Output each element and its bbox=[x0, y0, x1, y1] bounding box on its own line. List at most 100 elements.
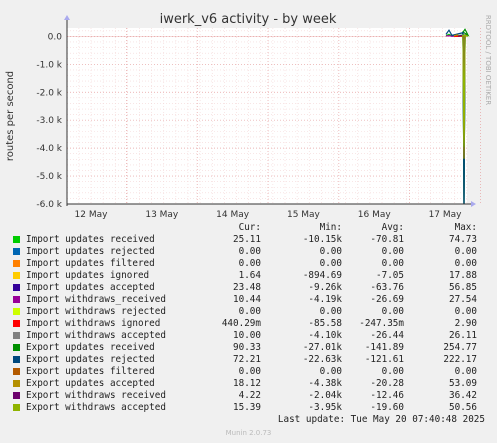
legend-swatch bbox=[13, 332, 20, 339]
legend-swatch bbox=[13, 272, 20, 279]
legend-value-cur: 0.00 bbox=[238, 366, 261, 377]
legend-value-avg: 0.00 bbox=[381, 246, 404, 257]
x-tick-label: 14 May bbox=[216, 210, 250, 220]
legend-value-max: 50.56 bbox=[449, 402, 477, 413]
legend-value-max: 0.00 bbox=[454, 306, 477, 317]
legend-series-name: Export updates received bbox=[26, 342, 155, 353]
y-tick-label: -5.0 k bbox=[36, 172, 62, 182]
legend-value-max: 0.00 bbox=[454, 258, 477, 269]
legend-row: Import withdraws rejected 0.00 0.00 0.00 0.0… bbox=[0, 306, 497, 318]
legend-value-avg: -63.76 bbox=[370, 282, 404, 293]
legend-value-cur: 10.44 bbox=[233, 294, 261, 305]
legend-swatch bbox=[13, 368, 20, 375]
legend-swatch bbox=[13, 392, 20, 399]
legend-swatch bbox=[13, 380, 20, 387]
legend-row: Import updates received 25.11 -10.15k -70.8… bbox=[0, 234, 497, 246]
y-axis-label: routes per second bbox=[5, 71, 16, 161]
chart-svg: iwerk_v6 activity - by week routes per s… bbox=[0, 0, 497, 222]
legend-value-avg: -20.28 bbox=[370, 378, 404, 389]
legend-value-avg: 0.00 bbox=[381, 366, 404, 377]
legend-series-name: Import updates accepted bbox=[26, 282, 155, 293]
x-tick-label: 17 May bbox=[429, 210, 463, 220]
legend-value-avg: 0.00 bbox=[381, 306, 404, 317]
legend-swatch bbox=[13, 260, 20, 267]
legend-swatch bbox=[13, 320, 20, 327]
legend-value-max: 2.90 bbox=[454, 318, 477, 329]
legend-value-max: 53.09 bbox=[449, 378, 477, 389]
plot-area bbox=[67, 28, 467, 204]
x-tick-label: 12 May bbox=[75, 210, 109, 220]
y-tick-label: -6.0 k bbox=[36, 200, 62, 210]
legend-value-max: 36.42 bbox=[449, 390, 477, 401]
legend-row: Import updates ignored 1.64 -894.69 -7.05 17… bbox=[0, 270, 497, 282]
legend-swatch bbox=[13, 344, 20, 351]
legend-series-name: Import updates filtered bbox=[26, 258, 155, 269]
column-avg: Avg: bbox=[381, 222, 404, 233]
legend-series-name: Export updates rejected bbox=[26, 354, 155, 365]
x-tick-label: 16 May bbox=[358, 210, 392, 220]
legend-value-avg: -26.44 bbox=[370, 330, 404, 341]
legend-value-max: 26.11 bbox=[449, 330, 477, 341]
legend-value-cur: 440.29m bbox=[221, 318, 261, 329]
y-tick-label: -3.0 k bbox=[36, 116, 62, 126]
legend-swatch bbox=[13, 356, 20, 363]
legend-swatch bbox=[13, 236, 20, 243]
x-tick-label: 13 May bbox=[145, 210, 179, 220]
legend-value-cur: 4.22 bbox=[238, 390, 261, 401]
legend-row: Export updates filtered 0.00 0.00 0.00 0.00 bbox=[0, 366, 497, 378]
legend-value-max: 74.73 bbox=[449, 234, 477, 245]
legend-row: Export updates received 90.33 -27.01k -141.… bbox=[0, 342, 497, 354]
legend-value-max: 0.00 bbox=[454, 246, 477, 257]
legend-value-max: 17.88 bbox=[449, 270, 477, 281]
y-tick-label: -1.0 k bbox=[36, 60, 62, 70]
legend-series-name: Export updates accepted bbox=[26, 378, 155, 389]
legend-value-avg: 0.00 bbox=[381, 258, 404, 269]
legend-value-cur: 10.00 bbox=[233, 330, 261, 341]
legend-value-avg: -70.81 bbox=[370, 234, 404, 245]
legend-value-cur: 1.64 bbox=[238, 270, 261, 281]
legend-series-name: Import withdraws rejected bbox=[26, 306, 166, 317]
legend-swatch bbox=[13, 296, 20, 303]
chart-title: iwerk_v6 activity - by week bbox=[160, 12, 337, 27]
legend-series-name: Import updates received bbox=[26, 234, 155, 245]
legend-value-cur: 25.11 bbox=[233, 234, 261, 245]
legend-value-cur: 90.33 bbox=[233, 342, 261, 353]
legend-value-max: 56.85 bbox=[449, 282, 477, 293]
legend-row: Import withdraws accepted 10.00 -4.10k -26.… bbox=[0, 330, 497, 342]
legend-row: Import updates accepted 23.48 -9.26k -63.76… bbox=[0, 282, 497, 294]
legend-header: Cur: Min: Avg: Max: bbox=[0, 222, 497, 234]
legend-value-max: 254.77 bbox=[443, 342, 477, 353]
legend-value-avg: -26.69 bbox=[370, 294, 404, 305]
legend-value-cur: 0.00 bbox=[238, 246, 261, 257]
legend-swatch bbox=[13, 404, 20, 411]
munin-version: Munin 2.0.73 bbox=[225, 429, 272, 437]
legend-row: Export updates accepted 18.12 -4.38k -20.28… bbox=[0, 378, 497, 390]
legend-value-avg: -7.05 bbox=[376, 270, 404, 281]
legend-value-avg: -247.35m bbox=[359, 318, 404, 329]
legend-row: Import updates filtered 0.00 0.00 0.00 0.00 bbox=[0, 258, 497, 270]
legend-row: Import withdraws_received 10.44 -4.19k -26.… bbox=[0, 294, 497, 306]
legend-value-cur: 72.21 bbox=[233, 354, 261, 365]
legend-swatch bbox=[13, 248, 20, 255]
legend-row: Export updates rejected 72.21 -22.63k -121.… bbox=[0, 354, 497, 366]
x-tick-label: 15 May bbox=[287, 210, 321, 220]
legend-swatch bbox=[13, 284, 20, 291]
legend-row: Import withdraws ignored 440.29m -85.58 -24… bbox=[0, 318, 497, 330]
legend-value-avg: -141.89 bbox=[364, 342, 404, 353]
y-tick-label: -2.0 k bbox=[36, 88, 62, 98]
legend-row: Import updates rejected 0.00 0.00 0.00 0.00 bbox=[0, 246, 497, 258]
legend-value-max: 0.00 bbox=[454, 366, 477, 377]
legend-value-cur: 15.39 bbox=[233, 402, 261, 413]
legend-series-name: Import withdraws ignored bbox=[26, 318, 161, 329]
legend-row: Export withdraws accepted 15.39 -3.95k -19.… bbox=[0, 402, 497, 414]
legend-value-avg: -19.60 bbox=[370, 402, 404, 413]
legend-swatch bbox=[13, 308, 20, 315]
legend-series-name: Export withdraws accepted bbox=[26, 402, 166, 413]
legend-series-name: Import updates rejected bbox=[26, 246, 155, 257]
legend-value-avg: -121.61 bbox=[364, 354, 404, 365]
y-tick-label: 0.0 bbox=[48, 32, 63, 42]
last-update: Last update: Tue May 20 07:40:48 2025 bbox=[277, 414, 485, 425]
legend-series-name: Import withdraws accepted bbox=[26, 330, 166, 341]
legend-value-cur: 18.12 bbox=[233, 378, 261, 389]
legend-value-cur: 0.00 bbox=[238, 258, 261, 269]
